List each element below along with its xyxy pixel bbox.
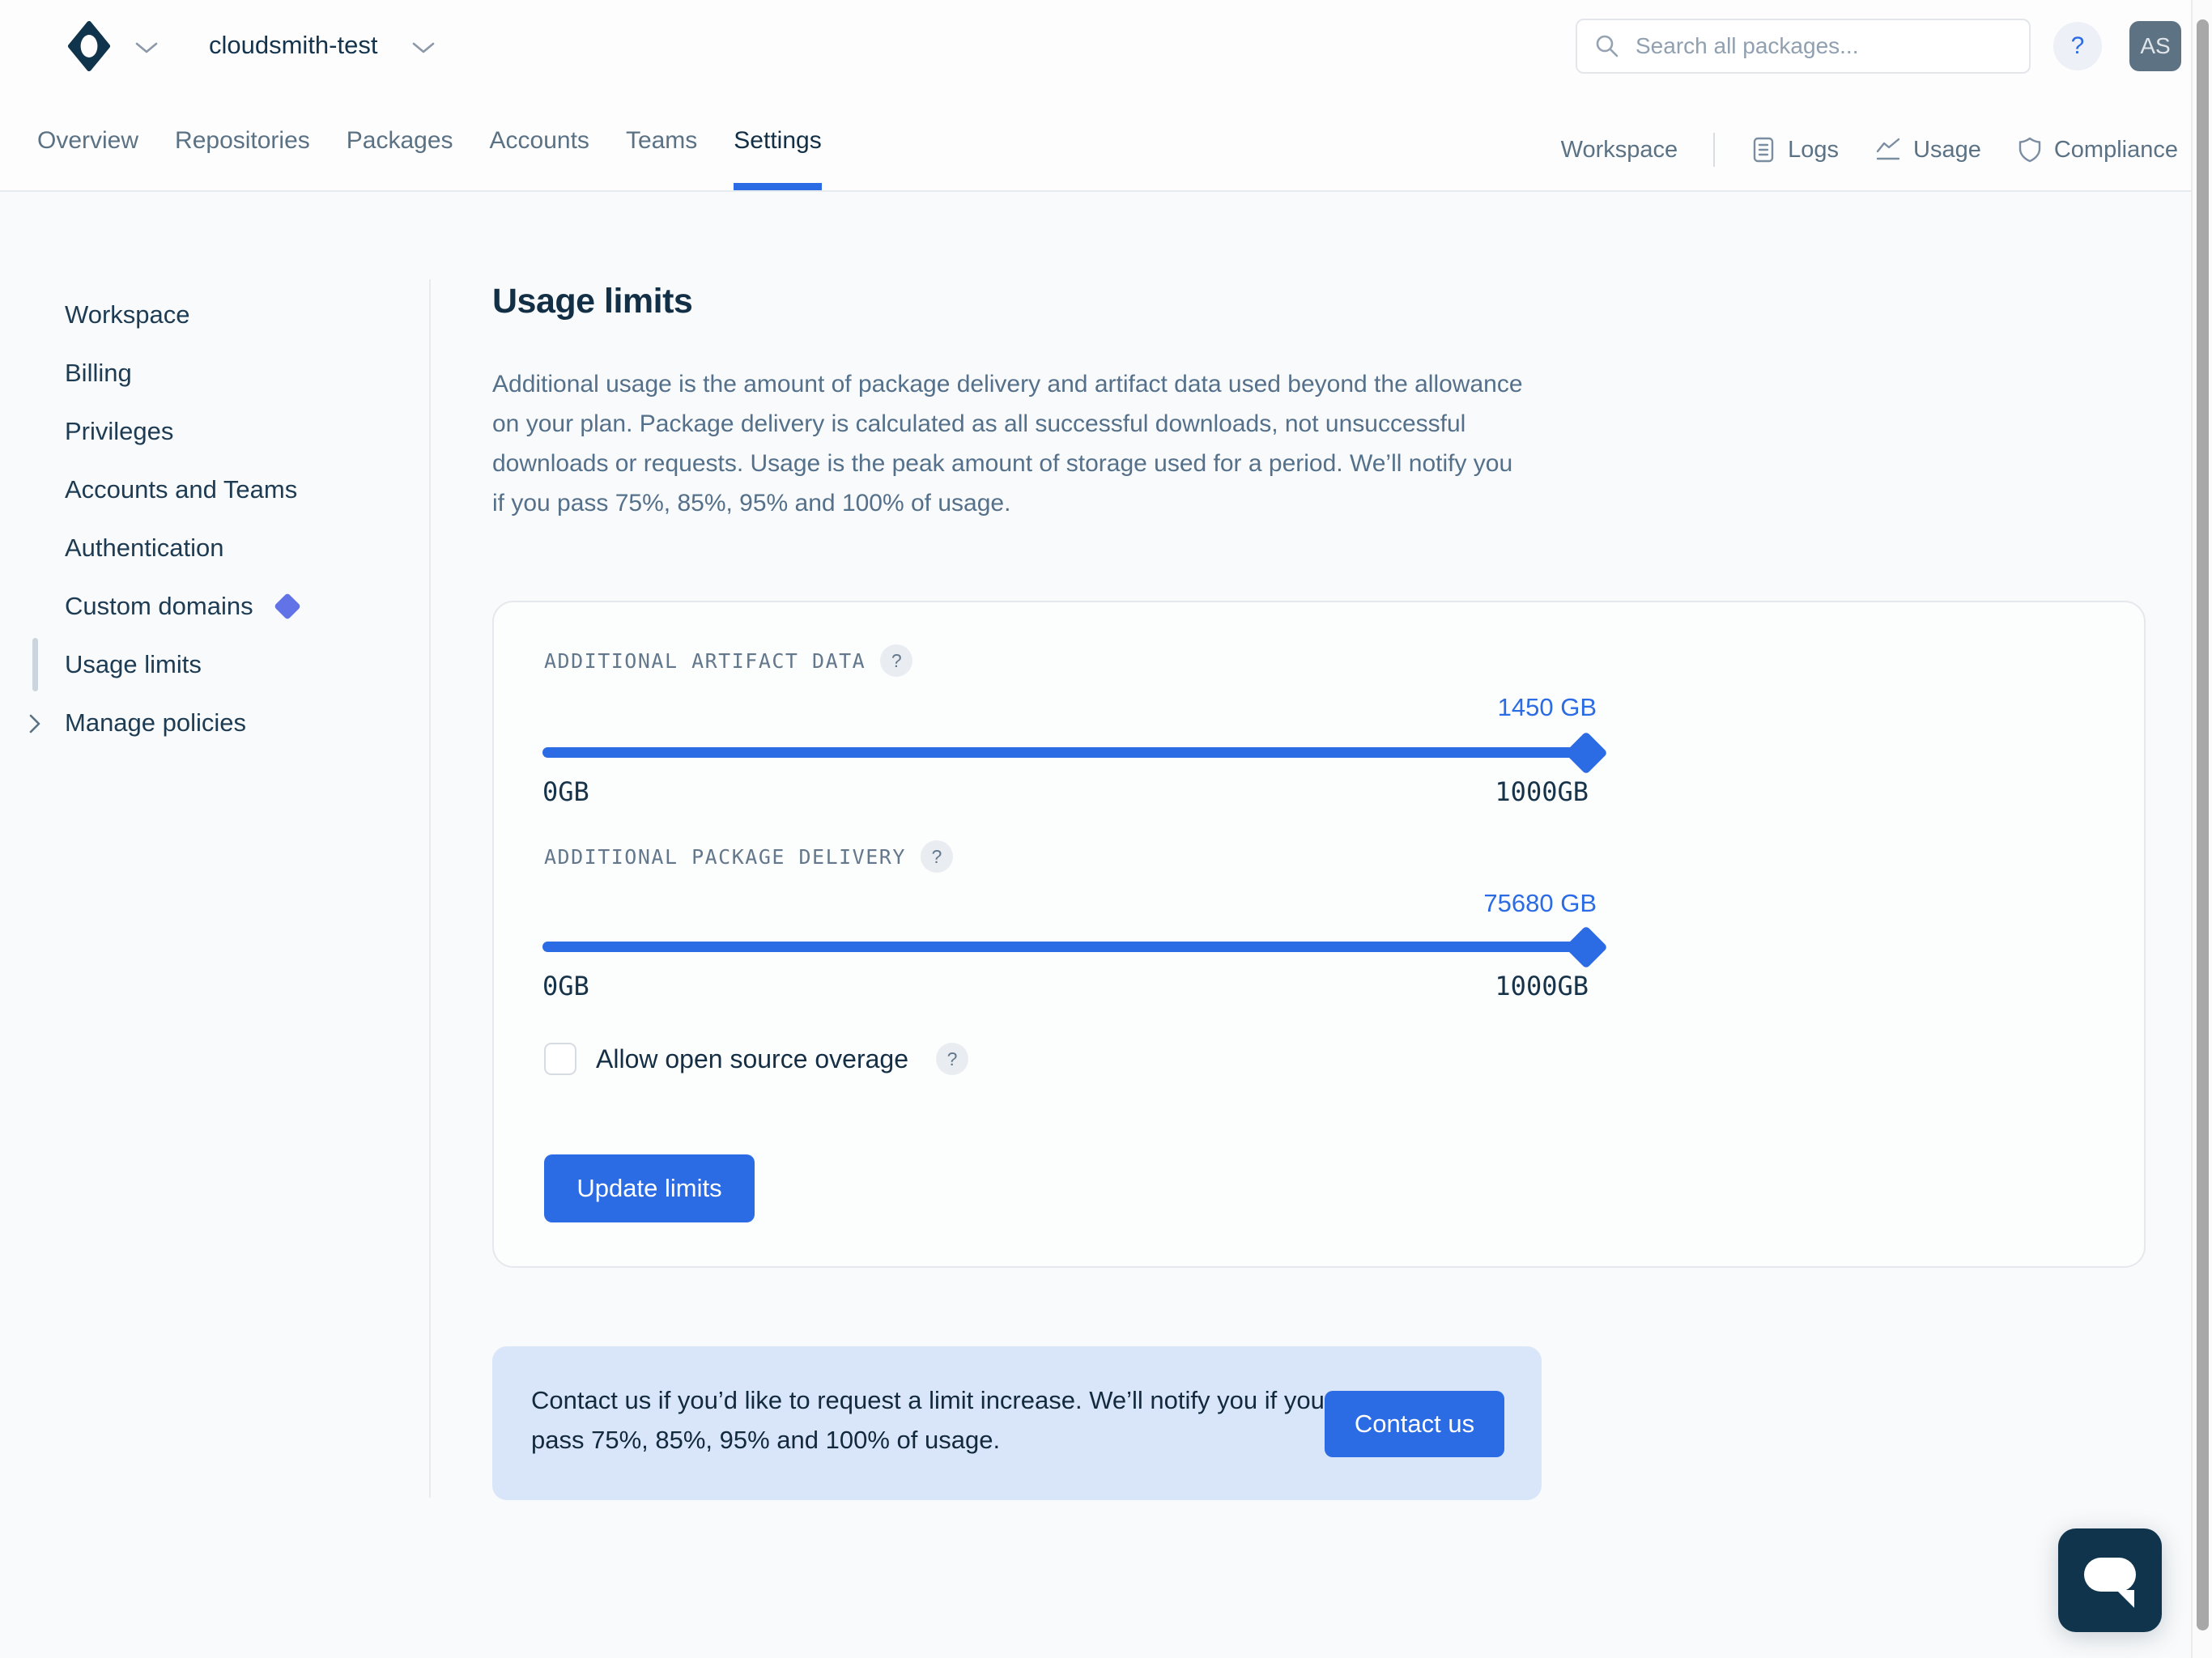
tab-repositories[interactable]: Repositories [175,109,310,190]
package-delivery-slider-handle[interactable] [1564,925,1608,969]
sidebar-item-label: Authentication [65,534,223,563]
sidebar-item-label: Billing [65,359,132,388]
nav-link-compliance[interactable]: Compliance [2017,136,2178,164]
workspace-chevron-down-icon[interactable] [411,40,436,55]
package-delivery-minmax-row: 0GB 1000GB [542,971,1589,1001]
workspace-context-label: Workspace [1561,137,1678,164]
sidebar-item-custom-domains[interactable]: Custom domains [65,577,297,636]
nav-link-logs[interactable]: Logs [1750,136,1839,164]
sidebar-item-accounts-and-teams[interactable]: Accounts and Teams [65,461,297,519]
package-delivery-help-icon[interactable]: ? [921,840,953,873]
secondary-nav: Workspace Logs Usage Compliance [1561,109,2178,190]
settings-sidebar: Workspace Billing Privileges Accounts an… [65,286,297,752]
chat-bubble-tail-icon [2116,1590,2134,1608]
open-source-overage-checkbox[interactable] [544,1043,576,1075]
open-source-overage-row: Allow open source overage ? [544,1043,968,1075]
sidebar-item-label: Accounts and Teams [65,475,297,504]
artifact-data-label-row: ADDITIONAL ARTIFACT DATA ? [544,644,912,677]
nav-link-label: Usage [1913,137,1981,164]
chat-launcher-button[interactable] [2058,1528,2162,1632]
package-delivery-value: 75680 GB [544,889,1597,918]
contact-banner: Contact us if you’d like to request a li… [492,1346,1542,1500]
sidebar-item-label: Privileges [65,417,173,446]
contact-us-button[interactable]: Contact us [1325,1391,1504,1457]
sidebar-item-authentication[interactable]: Authentication [65,519,297,577]
usage-chart-icon [1874,137,1902,163]
new-feature-diamond-icon [274,593,301,620]
artifact-data-label: ADDITIONAL ARTIFACT DATA [544,649,866,673]
package-delivery-max-label: 1000GB [1495,971,1589,1001]
sidebar-item-billing[interactable]: Billing [65,344,297,402]
artifact-data-help-icon[interactable]: ? [880,644,912,677]
open-source-overage-help-icon[interactable]: ? [936,1043,968,1075]
primary-nav: Overview Repositories Packages Accounts … [37,109,822,190]
header-divider [0,190,2196,192]
package-delivery-label: ADDITIONAL PACKAGE DELIVERY [544,845,906,869]
search-input[interactable] [1636,33,2013,59]
artifact-data-minmax-row: 0GB 1000GB [542,776,1589,807]
page-title: Usage limits [492,282,692,321]
artifact-data-slider-track[interactable] [542,747,1589,758]
sidebar-item-label: Workspace [65,300,190,329]
sidebar-item-label: Usage limits [65,650,202,679]
tab-teams[interactable]: Teams [626,109,697,190]
logs-icon [1750,136,1776,164]
package-delivery-label-row: ADDITIONAL PACKAGE DELIVERY ? [544,840,953,873]
tab-accounts[interactable]: Accounts [490,109,589,190]
artifact-data-slider-handle[interactable] [1564,731,1608,775]
compliance-shield-icon [2017,136,2043,164]
workspace-switcher[interactable]: cloudsmith-test [209,31,377,60]
nav-link-label: Logs [1788,137,1839,164]
app-root: cloudsmith-test ? AS Overview Repositori… [0,0,2212,1658]
package-delivery-slider-track[interactable] [542,942,1589,952]
avatar[interactable]: AS [2129,21,2181,71]
contact-banner-text: Contact us if you’d like to request a li… [531,1380,1365,1460]
page-scrollbar [2191,0,2212,1658]
open-source-overage-label: Allow open source overage [596,1044,908,1074]
artifact-data-value: 1450 GB [544,693,1597,722]
sidebar-divider [429,279,431,1498]
usage-limits-card: ADDITIONAL ARTIFACT DATA ? 1450 GB 0GB 1… [492,601,2146,1268]
sidebar-item-manage-policies[interactable]: Manage policies [65,694,297,752]
update-limits-button[interactable]: Update limits [544,1154,755,1222]
chat-bubble-icon [2084,1558,2136,1592]
package-delivery-min-label: 0GB [542,971,589,1001]
scrollbar-thumb[interactable] [2197,19,2209,1630]
help-button[interactable]: ? [2053,22,2102,70]
sidebar-item-usage-limits[interactable]: Usage limits [65,636,297,694]
tab-settings[interactable]: Settings [734,109,821,190]
nav-divider [1713,133,1715,167]
search-box[interactable] [1576,19,2031,74]
tab-overview[interactable]: Overview [37,109,138,190]
page-description: Additional usage is the amount of packag… [492,364,1529,523]
artifact-data-min-label: 0GB [542,776,589,807]
artifact-data-max-label: 1000GB [1495,776,1589,807]
sidebar-item-privileges[interactable]: Privileges [65,402,297,461]
nav-link-usage[interactable]: Usage [1874,137,1981,164]
nav-link-label: Compliance [2054,137,2178,164]
chevron-right-icon [28,713,42,734]
sidebar-item-label: Custom domains [65,592,253,621]
search-icon [1593,32,1621,60]
cloudsmith-logo-icon[interactable] [68,21,110,71]
logo-chevron-down-icon[interactable] [134,40,159,55]
tab-packages[interactable]: Packages [347,109,453,190]
sidebar-item-workspace[interactable]: Workspace [65,286,297,344]
sidebar-item-label: Manage policies [65,708,246,738]
